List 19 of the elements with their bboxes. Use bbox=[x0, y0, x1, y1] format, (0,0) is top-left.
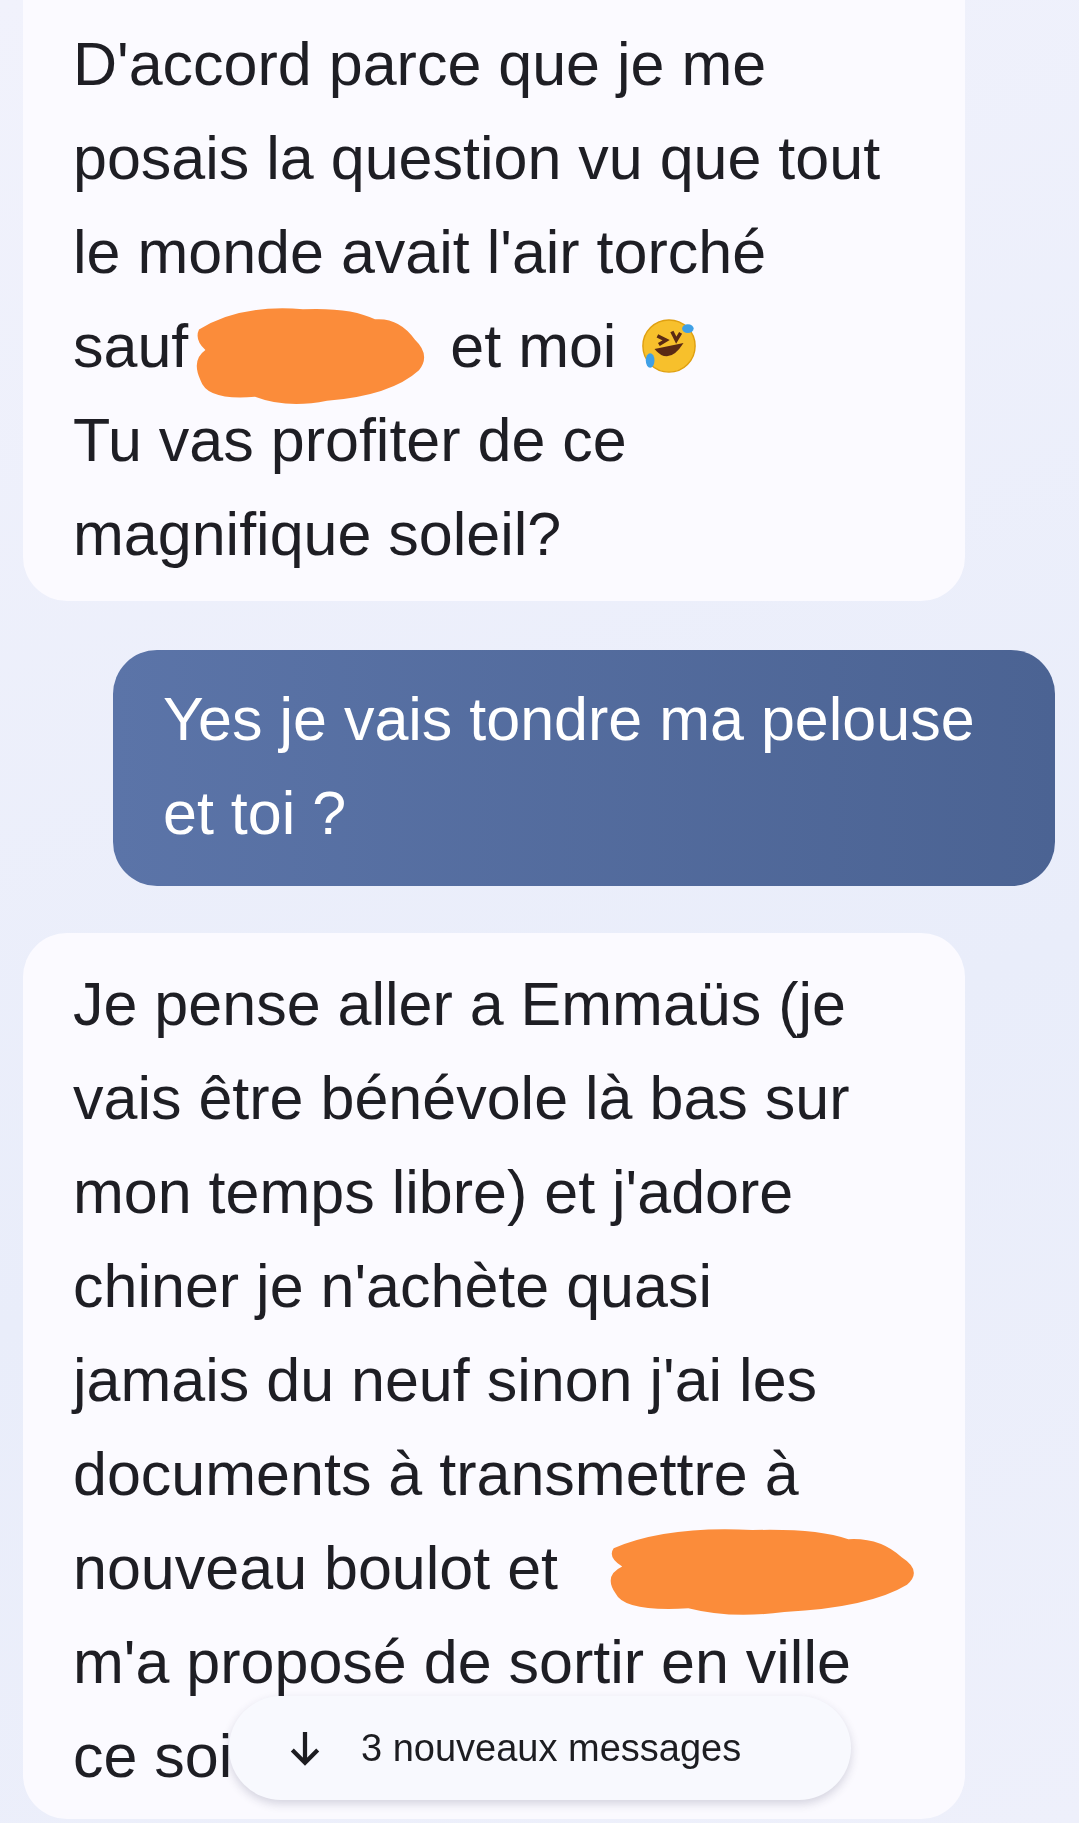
message-text: D'accord parce que je me bbox=[73, 29, 767, 100]
message-text: Yes je vais tondre ma pelouse bbox=[163, 684, 975, 755]
message-text: magnifique soleil? bbox=[73, 499, 562, 570]
message-text: nouveau boulot et bbox=[73, 1533, 559, 1604]
message-text: Je pense aller a Emmaüs (je bbox=[73, 969, 846, 1040]
message-text: jamais du neuf sinon j'ai les bbox=[73, 1345, 818, 1416]
message-text: et toi ? bbox=[163, 778, 347, 849]
message-text: chiner je n'achète quasi bbox=[73, 1251, 712, 1322]
message-text: vais être bénévole là bas sur bbox=[73, 1063, 850, 1134]
message-text: Tu vas profiter de ce bbox=[73, 405, 627, 476]
message-text: et moi bbox=[450, 311, 617, 382]
message-text: mon temps libre) et j'adore bbox=[73, 1157, 794, 1228]
message-text: m'a proposé de sortir en ville bbox=[73, 1627, 851, 1698]
message-text: documents à transmettre à bbox=[73, 1439, 799, 1510]
message-text: posais la question vu que tout bbox=[73, 123, 881, 194]
arrow-down-icon bbox=[289, 1730, 321, 1766]
message-text: sauf bbox=[73, 311, 189, 382]
message-text: le monde avait l'air torché bbox=[73, 217, 767, 288]
new-messages-button[interactable]: 3 nouveaux messages bbox=[229, 1696, 851, 1800]
